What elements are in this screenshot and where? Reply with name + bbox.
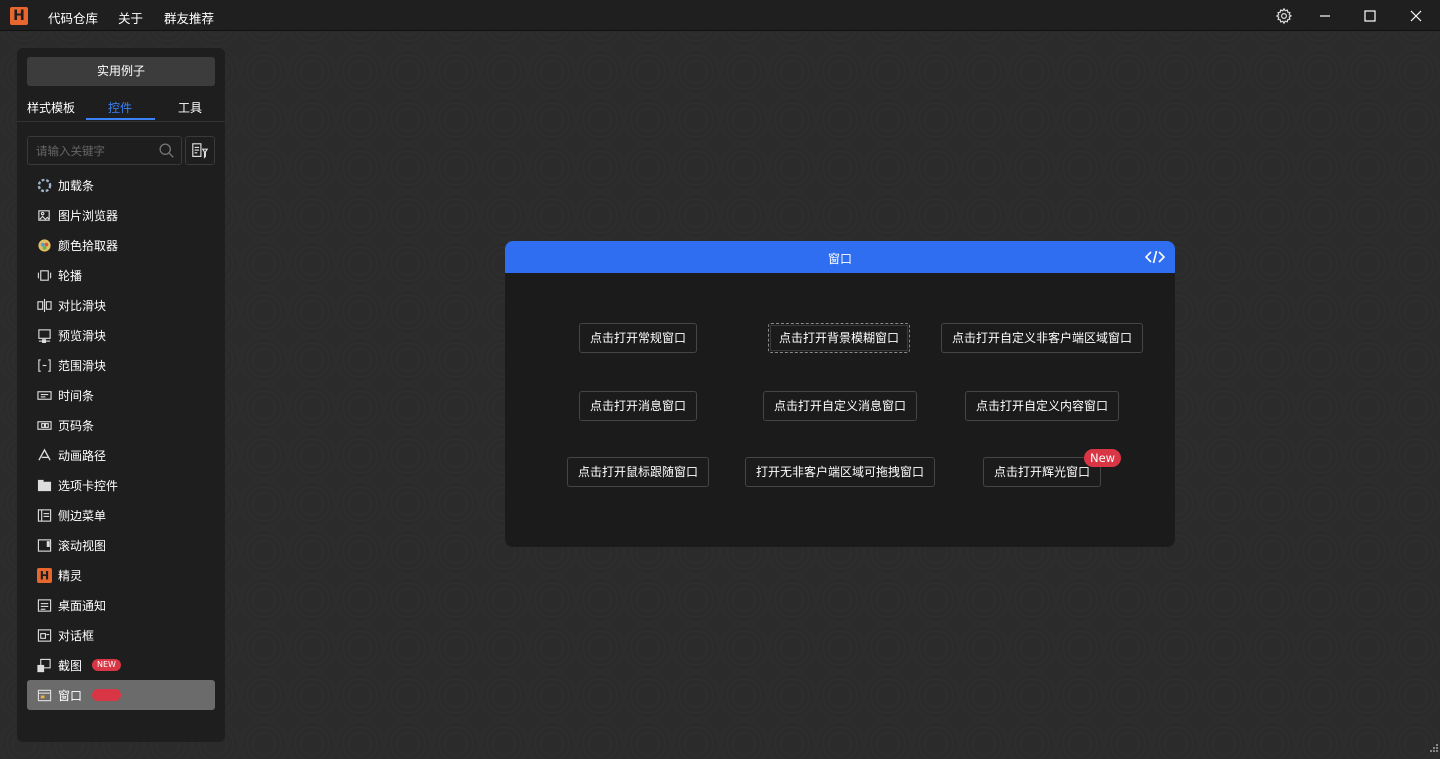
list-item[interactable]: 对话框 [27, 620, 215, 650]
list-item[interactable]: 图片浏览器 [27, 200, 215, 230]
menu-about[interactable]: 关于 [118, 8, 143, 27]
range-slider-icon [37, 358, 52, 373]
list-item-label: 桌面通知 [58, 598, 107, 613]
scroll-view-icon [37, 538, 52, 553]
list-item-label: 图片浏览器 [58, 208, 119, 223]
open-custom-message-window-button[interactable]: 点击打开自定义消息窗口 [763, 391, 918, 421]
active-tab-indicator [86, 118, 155, 120]
list-item-label: 页码条 [58, 418, 95, 433]
tab-tools[interactable]: 工具 [178, 99, 202, 116]
list-item[interactable]: 预览滑块 [27, 320, 215, 350]
list-item-label: 范围滑块 [58, 358, 107, 373]
list-item-label: 对比滑块 [58, 298, 107, 313]
list-item-label: 加载条 [58, 178, 95, 193]
sidebar-tabs: 样式模板 控件 工具 [17, 92, 225, 122]
pagination-icon [37, 418, 52, 433]
menu-code-repo[interactable]: 代码仓库 [48, 8, 98, 27]
list-item-label: 颜色拾取器 [58, 238, 119, 253]
card-title: 窗口 [827, 252, 852, 266]
app-logo: H [10, 7, 28, 25]
filter-button[interactable] [185, 136, 215, 165]
animation-path-icon [37, 448, 52, 463]
list-item[interactable]: 范围滑块 [27, 350, 215, 380]
open-custom-content-window-button[interactable]: 点击打开自定义内容窗口 [965, 391, 1120, 421]
open-glow-window-button[interactable]: 点击打开辉光窗口 [983, 457, 1102, 487]
window-icon [37, 688, 52, 703]
color-picker-icon [37, 238, 52, 253]
list-item[interactable]: 滚动视图 [27, 530, 215, 560]
title-bar: H 代码仓库 关于 群友推荐 [0, 0, 1440, 31]
compare-slider-icon [37, 298, 52, 313]
list-item-label: 窗口 [58, 688, 83, 703]
image-viewer-icon [37, 208, 52, 223]
search-icon[interactable] [158, 142, 175, 162]
close-icon[interactable] [1404, 4, 1428, 28]
list-item[interactable]: 选项卡控件 [27, 470, 215, 500]
list-item[interactable]: 桌面通知 [27, 590, 215, 620]
code-icon[interactable] [1144, 249, 1166, 268]
resize-grip-icon[interactable] [1428, 743, 1438, 757]
search-input[interactable] [36, 142, 154, 160]
examples-button[interactable]: 实用例子 [27, 57, 215, 86]
list-item[interactable]: 对比滑块 [27, 290, 215, 320]
list-item[interactable]: 加载条 [27, 170, 215, 200]
list-item[interactable]: 窗口 NEW [27, 680, 215, 710]
list-item[interactable]: 动画路径 [27, 440, 215, 470]
list-item[interactable]: 颜色拾取器 [27, 230, 215, 260]
open-normal-window-button[interactable]: 点击打开常规窗口 [579, 323, 698, 353]
list-item-label: 侧边菜单 [58, 508, 107, 523]
open-mouse-follow-window-button[interactable]: 点击打开鼠标跟随窗口 [567, 457, 710, 487]
list-item-label: 滚动视图 [58, 538, 107, 553]
tab-controls[interactable]: 控件 [108, 99, 132, 116]
window-demo-card: 窗口 点击打开常规窗口 点击打开背景模糊窗口 点击打开自定义非客户端区域窗口 点… [505, 241, 1175, 547]
tab-control-icon [37, 478, 52, 493]
maximize-icon[interactable] [1358, 4, 1382, 28]
list-item-label: 对话框 [58, 628, 95, 643]
list-item[interactable]: 侧边菜单 [27, 500, 215, 530]
list-item[interactable]: 页码条 [27, 410, 215, 440]
list-item[interactable]: 时间条 [27, 380, 215, 410]
notification-icon [37, 598, 52, 613]
list-item-label: 截图 [58, 658, 83, 673]
new-badge: New [1084, 449, 1122, 467]
control-list: 加载条图片浏览器颜色拾取器轮播对比滑块预览滑块范围滑块时间条页码条动画路径选项卡… [27, 170, 215, 710]
list-item-label: 轮播 [58, 268, 83, 283]
open-custom-nonclient-window-button[interactable]: 点击打开自定义非客户端区域窗口 [941, 323, 1144, 353]
list-item-label: 预览滑块 [58, 328, 107, 343]
tab-style-templates[interactable]: 样式模板 [27, 99, 75, 116]
minimize-icon[interactable] [1313, 4, 1337, 28]
preview-slider-icon [37, 328, 52, 343]
search-box [27, 136, 182, 165]
new-badge: NEW [92, 659, 121, 671]
sprite-icon: H [37, 567, 52, 583]
new-badge: NEW [92, 689, 121, 701]
screenshot-icon [37, 658, 52, 673]
timeline-icon [37, 388, 52, 403]
svg-text:H: H [40, 569, 49, 582]
list-item-label: 精灵 [58, 568, 83, 583]
open-blur-window-button[interactable]: 点击打开背景模糊窗口 [768, 323, 911, 353]
side-menu-icon [37, 508, 52, 523]
list-item[interactable]: 截图 NEW [27, 650, 215, 680]
open-message-window-button[interactable]: 点击打开消息窗口 [579, 391, 698, 421]
sidebar-panel: 实用例子 样式模板 控件 工具 加载条图片浏览器颜色拾取器轮播对比滑块预览滑块范… [17, 48, 225, 742]
menu-recommendations[interactable]: 群友推荐 [164, 8, 214, 27]
list-item[interactable]: H 精灵 [27, 560, 215, 590]
list-item-label: 动画路径 [58, 448, 107, 463]
list-item-label: 时间条 [58, 388, 95, 403]
list-item-label: 选项卡控件 [58, 478, 119, 493]
open-draggable-window-button[interactable]: 打开无非客户端区域可拖拽窗口 [745, 457, 936, 487]
dialog-icon [37, 628, 52, 643]
loading-icon [37, 178, 52, 193]
card-header: 窗口 [505, 241, 1175, 273]
settings-gear-icon[interactable] [1272, 4, 1296, 28]
list-item[interactable]: 轮播 [27, 260, 215, 290]
carousel-icon [37, 268, 52, 283]
